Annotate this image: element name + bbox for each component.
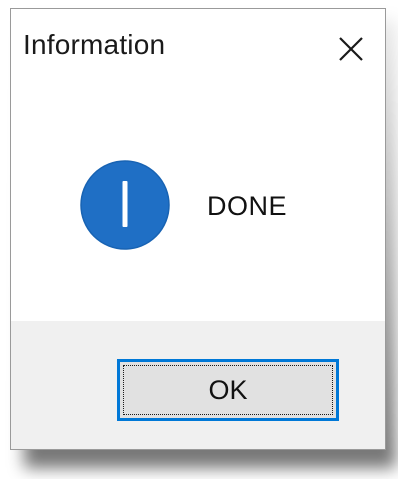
- close-button[interactable]: [331, 29, 371, 69]
- title-bar: Information: [11, 9, 385, 85]
- information-icon: [80, 160, 170, 250]
- information-dialog: Information DONE OK: [10, 8, 386, 450]
- dialog-content: DONE: [11, 85, 385, 321]
- button-area: OK: [11, 321, 385, 449]
- message-text: DONE: [207, 191, 288, 221]
- dialog-title: Information: [23, 29, 166, 60]
- ok-button[interactable]: OK: [117, 359, 339, 421]
- ok-button-label: OK: [208, 374, 248, 405]
- close-icon: [339, 37, 363, 61]
